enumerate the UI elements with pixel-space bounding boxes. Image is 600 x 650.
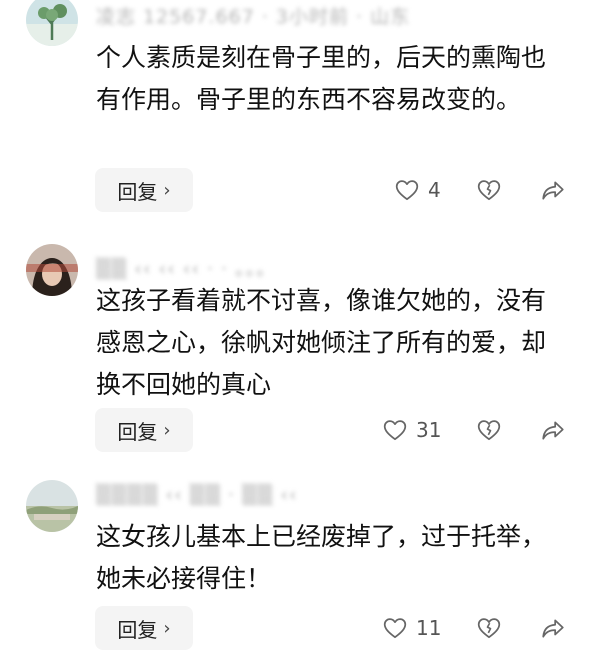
comment-meta: ▒▒▒▒ ‹‹ ▒▒ · ▒▒ ‹‹ <box>96 484 298 506</box>
chevron-right-icon: › <box>163 179 171 201</box>
reply-button[interactable]: 回复 › <box>95 168 193 212</box>
heart-outline-icon <box>383 420 407 441</box>
comment-item: ▒▒▒▒ ‹‹ ▒▒ · ▒▒ ‹‹ 这女孩儿基本上已经废掉了，过于托举，她未必… <box>0 470 600 650</box>
chevron-right-icon: › <box>163 617 171 639</box>
comment-item: ▒▒ ‹‹ ‹‹ ‹‹ · · 。。。 这孩子看着就不讨喜，像谁欠她的，没有感恩… <box>0 230 600 470</box>
reply-button[interactable]: 回复 › <box>95 408 193 452</box>
like-button[interactable]: 31 <box>382 408 441 452</box>
avatar[interactable] <box>26 0 78 46</box>
comment-text: 这孩子看着就不讨喜，像谁欠她的，没有感恩之心，徐帆对她倾注了所有的爱，却换不回她… <box>96 286 547 399</box>
like-button[interactable]: 11 <box>382 606 441 650</box>
chevron-right-icon: › <box>163 419 171 441</box>
reply-label: 回复 <box>117 617 158 642</box>
share-arrow-icon <box>542 619 564 638</box>
comment-meta: 凌志 12567.667 · 3小时前 · 山东 <box>96 6 411 28</box>
share-button[interactable] <box>538 606 568 650</box>
share-arrow-icon <box>542 421 564 440</box>
broken-heart-icon <box>477 180 501 201</box>
dislike-button[interactable] <box>474 408 504 452</box>
reply-button[interactable]: 回复 › <box>95 606 193 650</box>
like-button[interactable]: 4 <box>394 168 441 212</box>
broken-heart-icon <box>477 618 501 639</box>
avatar[interactable] <box>26 480 78 532</box>
like-count: 31 <box>416 418 442 442</box>
reply-label: 回复 <box>117 179 158 204</box>
broken-heart-icon <box>477 420 501 441</box>
like-count: 11 <box>416 616 442 640</box>
dislike-button[interactable] <box>474 168 504 212</box>
comment-text: 这女孩儿基本上已经废掉了，过于托举，她未必接得住！ <box>96 522 547 593</box>
like-count: 4 <box>428 178 441 202</box>
share-button[interactable] <box>538 168 568 212</box>
share-button[interactable] <box>538 408 568 452</box>
heart-outline-icon <box>395 180 419 201</box>
share-arrow-icon <box>542 181 564 200</box>
avatar[interactable] <box>26 244 78 296</box>
comment-item: 凌志 12567.667 · 3小时前 · 山东 个人素质是刻在骨子里的，后天的… <box>0 0 600 230</box>
dislike-button[interactable] <box>474 606 504 650</box>
comment-text: 个人素质是刻在骨子里的，后天的熏陶也有作用。骨子里的东西不容易改变的。 <box>96 43 547 114</box>
reply-label: 回复 <box>117 419 158 444</box>
comment-meta: ▒▒ ‹‹ ‹‹ ‹‹ · · 。。。 <box>96 258 277 280</box>
heart-outline-icon <box>383 618 407 639</box>
